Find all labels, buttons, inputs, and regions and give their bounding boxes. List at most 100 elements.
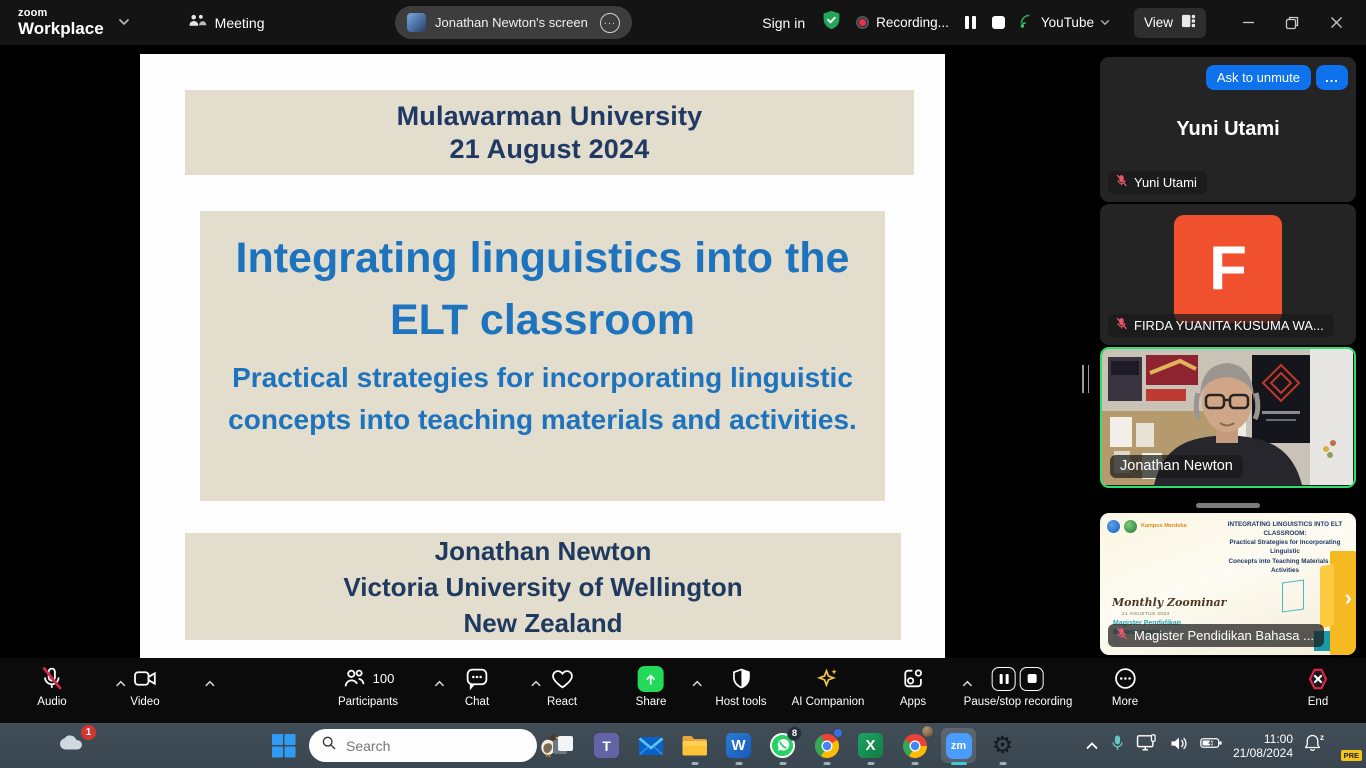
ai-companion-sparkle-icon xyxy=(815,665,841,692)
chat-bubble-icon xyxy=(465,665,490,692)
apps-icon xyxy=(901,665,926,692)
view-button[interactable]: View xyxy=(1134,8,1206,38)
teams-app-icon[interactable]: T xyxy=(588,725,625,767)
top-bar-controls: Sign in Recording... YouTube View xyxy=(762,0,1358,45)
ai-companion-label: AI Companion xyxy=(792,696,865,708)
share-label: Share xyxy=(636,696,667,708)
pause-recording-icon[interactable] xyxy=(965,16,976,29)
security-shield-icon[interactable] xyxy=(821,9,842,36)
pill-more-options-icon[interactable]: ... xyxy=(600,13,620,33)
participants-button[interactable]: 100 Participants xyxy=(338,665,398,708)
chrome-avatar xyxy=(921,725,934,738)
notification-bell-icon[interactable]: z xyxy=(1304,734,1321,757)
slide-affiliation: Victoria University of Wellington xyxy=(343,569,742,605)
task-view-button[interactable] xyxy=(544,725,581,767)
react-button[interactable]: React xyxy=(547,665,577,708)
search-input[interactable] xyxy=(346,738,527,754)
slide-author: Jonathan Newton xyxy=(435,533,652,569)
more-ellipsis-icon xyxy=(1112,665,1137,692)
slide-header-box: Mulawarman University 21 August 2024 xyxy=(185,90,914,175)
excel-app-icon[interactable]: X xyxy=(852,725,889,767)
copilot-pre-badge: PRE xyxy=(1341,750,1362,761)
copilot-icon[interactable]: PRE xyxy=(1332,734,1356,758)
mic-muted-icon xyxy=(39,665,64,692)
close-button[interactable] xyxy=(1314,0,1358,45)
participant-tile-yuni[interactable]: Yuni Utami Ask to unmute ... Yuni Utami xyxy=(1100,57,1356,202)
tray-network-display-icon[interactable] xyxy=(1136,734,1158,757)
host-tools-button[interactable]: Host tools xyxy=(715,665,766,708)
windows-taskbar: 1 T xyxy=(0,723,1366,768)
participant-tile-firda[interactable]: F FIRDA YUANITA KUSUMA WA... xyxy=(1100,204,1356,345)
university-logo-icon xyxy=(1124,520,1137,533)
poster-door-inner-shape xyxy=(1320,564,1334,629)
tray-battery-icon[interactable] xyxy=(1200,736,1222,755)
chat-options-caret[interactable] xyxy=(531,675,542,693)
whatsapp-icon[interactable]: 8 xyxy=(764,725,801,767)
teams-letter: T xyxy=(594,733,619,758)
participant-tile-jonathan-video[interactable]: Jonathan Newton xyxy=(1100,347,1356,488)
sign-in-button[interactable]: Sign in xyxy=(762,15,805,31)
pause-stop-recording-label: Pause/stop recording xyxy=(964,696,1073,708)
stop-recording-icon[interactable] xyxy=(992,16,1005,29)
shared-screen-pill[interactable]: Jonathan Newton's screen ... xyxy=(395,6,632,39)
participant-tile-magister[interactable]: Kampus Merdeka INTEGRATING LINGUISTICS I… xyxy=(1100,513,1356,655)
video-options-caret[interactable] xyxy=(204,675,215,693)
taskbar-clock[interactable]: 11:00 21/08/2024 xyxy=(1233,732,1293,760)
react-label: React xyxy=(547,696,577,708)
file-explorer-icon[interactable] xyxy=(676,725,713,767)
tray-volume-icon[interactable] xyxy=(1169,735,1189,757)
audio-button[interactable]: Audio xyxy=(37,665,66,708)
ask-to-unmute-button[interactable]: Ask to unmute xyxy=(1206,65,1311,90)
mail-app-icon[interactable] xyxy=(632,725,669,767)
taskbar-search[interactable] xyxy=(309,729,537,762)
chrome-profile2-icon[interactable] xyxy=(896,725,933,767)
onedrive-badge: 1 xyxy=(81,725,96,740)
mic-muted-icon xyxy=(1115,174,1128,190)
tray-mic-icon[interactable] xyxy=(1110,734,1125,757)
meeting-toolbar: Audio Video 100 Participants Chat xyxy=(0,658,1366,723)
end-label: End xyxy=(1308,696,1328,708)
slide-title-box: Integrating linguistics into the ELT cla… xyxy=(200,211,885,501)
video-button[interactable]: Video xyxy=(130,665,159,708)
chevron-down-icon[interactable] xyxy=(118,17,130,29)
hidden-icons-chevron[interactable] xyxy=(1085,737,1099,755)
ai-companion-button[interactable]: AI Companion xyxy=(792,665,865,708)
participants-options-caret[interactable] xyxy=(434,675,445,693)
tile-more-button[interactable]: ... xyxy=(1316,65,1348,90)
settings-gear-icon[interactable]: ⚙ xyxy=(984,725,1021,767)
chat-button[interactable]: Chat xyxy=(465,665,490,708)
start-button[interactable] xyxy=(265,725,302,767)
pause-recording-icon[interactable] xyxy=(992,667,1016,691)
panel-scroll-gripper[interactable] xyxy=(1196,503,1260,508)
search-icon xyxy=(321,735,337,756)
more-label: More xyxy=(1112,696,1138,708)
maximize-button[interactable] xyxy=(1270,0,1314,45)
panel-resize-handle[interactable] xyxy=(1082,365,1089,393)
view-layout-icon xyxy=(1181,14,1196,31)
recording-label: Recording... xyxy=(876,15,949,30)
participants-count: 100 xyxy=(373,671,395,686)
stop-recording-icon[interactable] xyxy=(1020,667,1044,691)
share-button[interactable]: Share xyxy=(636,665,667,708)
participant-name-pill: Magister Pendidikan Bahasa ... xyxy=(1108,624,1324,647)
pause-stop-recording-button[interactable]: Pause/stop recording xyxy=(964,665,1073,708)
word-app-icon[interactable]: W xyxy=(720,725,757,767)
onedrive-tray-icon[interactable]: 1 xyxy=(58,732,88,757)
share-options-caret[interactable] xyxy=(692,675,703,693)
zoom-app-icon[interactable]: zm xyxy=(940,725,977,767)
chrome-profile-dot xyxy=(833,728,843,738)
chrome-icon[interactable] xyxy=(808,725,845,767)
minimize-button[interactable] xyxy=(1226,0,1270,45)
slide-university: Mulawarman University xyxy=(397,100,703,133)
tab-meeting[interactable]: Meeting xyxy=(188,13,265,32)
live-stream-control[interactable]: YouTube xyxy=(1019,14,1110,32)
apps-button[interactable]: Apps xyxy=(900,665,926,708)
participant-name-pill: Yuni Utami xyxy=(1108,171,1207,194)
chat-label: Chat xyxy=(465,696,489,708)
poster-date: 21 AGUSTUS 2024 xyxy=(1122,612,1170,617)
next-chevron-icon[interactable]: › xyxy=(1345,585,1352,611)
end-button[interactable]: End xyxy=(1305,665,1331,708)
audio-label: Audio xyxy=(37,696,66,708)
audio-options-caret[interactable] xyxy=(115,675,126,693)
more-button[interactable]: More xyxy=(1112,665,1138,708)
